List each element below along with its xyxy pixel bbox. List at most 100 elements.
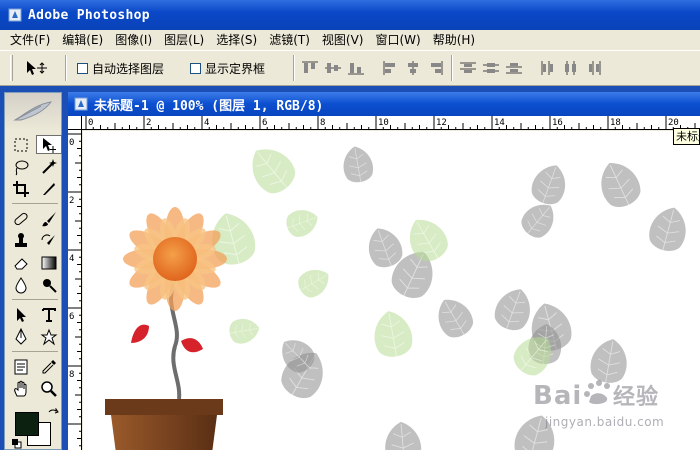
tool-preset-picker[interactable] [23, 59, 59, 77]
marquee-icon [14, 138, 28, 151]
align-bottom-icon[interactable] [347, 60, 365, 76]
menu-file[interactable]: 文件(F) [4, 30, 56, 50]
brush-icon [42, 211, 56, 226]
ruler-label: 8 [320, 118, 325, 128]
move-icon [43, 137, 56, 153]
auto-select-layer-box[interactable] [77, 62, 88, 74]
shape-tool[interactable] [36, 327, 62, 346]
crop-icon [13, 180, 29, 197]
leaf [339, 143, 376, 187]
notes-tool[interactable] [8, 357, 34, 376]
leaf [369, 307, 416, 363]
menu-select[interactable]: 选择(S) [210, 30, 263, 50]
hand-icon [14, 380, 27, 396]
horizontal-ruler[interactable]: 0 2 4 6 8 10 12 14 16 18 20 [82, 116, 700, 130]
type-icon [42, 307, 56, 322]
pen-tool[interactable] [8, 327, 34, 346]
path-selection-icon [17, 307, 26, 322]
slice-tool[interactable] [36, 179, 62, 198]
brush-tool[interactable] [36, 209, 62, 228]
foreground-color-swatch[interactable] [15, 412, 39, 436]
toolbox-separator [12, 203, 58, 204]
default-colors-icon[interactable] [11, 438, 23, 450]
menu-help[interactable]: 帮助(H) [427, 30, 481, 50]
document-title: 未标题-1 @ 100% (图层 1, RGB/8) [94, 98, 324, 114]
align-right-icon[interactable] [427, 60, 445, 76]
clone-stamp-icon [15, 232, 27, 247]
distribute-horizontal-center-icon[interactable] [562, 60, 580, 76]
menu-bar: 文件(F) 编辑(E) 图像(I) 图层(L) 选择(S) 滤镜(T) 视图(V… [0, 30, 700, 50]
leaf [429, 291, 480, 345]
hand-tool[interactable] [8, 379, 34, 398]
pot-rim [105, 399, 223, 415]
leaf [526, 159, 573, 211]
marquee-tool[interactable] [8, 135, 34, 154]
vertical-ruler[interactable]: 0 2 4 6 8 [68, 130, 82, 450]
leaf [514, 196, 563, 245]
ruler-label: 0 [69, 138, 74, 148]
align-left-icon[interactable] [381, 60, 399, 76]
menu-view[interactable]: 视图(V) [316, 30, 370, 50]
ruler-label: 4 [69, 254, 74, 264]
zoom-tool[interactable] [36, 379, 62, 398]
menu-edit[interactable]: 编辑(E) [56, 30, 109, 50]
history-brush-tool[interactable] [36, 231, 62, 250]
ruler-origin[interactable] [68, 116, 82, 130]
eraser-icon [14, 257, 28, 269]
leaf [240, 137, 304, 203]
menu-image[interactable]: 图像(I) [109, 30, 158, 50]
eraser-tool[interactable] [8, 253, 34, 272]
show-bounding-box-checkbox[interactable]: 显示定界框 [190, 60, 265, 77]
image-canvas[interactable] [83, 131, 700, 450]
type-tool[interactable] [36, 305, 62, 324]
align-horizontal-center-icon[interactable] [404, 60, 422, 76]
auto-select-layer-checkbox[interactable]: 自动选择图层 [77, 60, 164, 77]
ruler-label: 20 [668, 118, 679, 128]
options-grip[interactable] [10, 55, 13, 81]
grey-leaves [273, 143, 693, 450]
color-swatches [9, 406, 59, 450]
options-separator [451, 55, 454, 81]
toolbox-header[interactable] [5, 93, 61, 131]
options-separator [65, 55, 67, 81]
ruler-label: 18 [610, 118, 621, 128]
menu-window[interactable]: 窗口(W) [369, 30, 426, 50]
align-top-icon[interactable] [301, 60, 319, 76]
distribute-top-icon[interactable] [459, 60, 477, 76]
notes-icon [14, 359, 28, 374]
ruler-label: 2 [69, 196, 74, 206]
align-buttons [301, 60, 445, 76]
distribute-left-icon[interactable] [539, 60, 557, 76]
gradient-tool[interactable] [36, 253, 62, 272]
ruler-label: 2 [146, 118, 151, 128]
move-tool[interactable] [36, 135, 62, 154]
document-tab-tooltip: 未标题 [673, 128, 700, 145]
crop-tool[interactable] [8, 179, 34, 198]
app-title: Adobe Photoshop [28, 7, 150, 23]
document-window: 未标题-1 @ 100% (图层 1, RGB/8) 0 2 4 6 8 10 12 14 16… [68, 92, 700, 450]
document-titlebar[interactable]: 未标题-1 @ 100% (图层 1, RGB/8) [68, 92, 700, 116]
auto-select-layer-label: 自动选择图层 [92, 61, 165, 76]
distribute-bottom-icon[interactable] [505, 60, 523, 76]
dodge-icon [43, 278, 57, 293]
photoshop-app-icon [8, 8, 22, 22]
align-vertical-center-icon[interactable] [324, 60, 342, 76]
path-selection-tool[interactable] [8, 305, 34, 324]
ruler-label: 8 [69, 370, 74, 380]
flower-leaf-left [131, 324, 149, 343]
distribute-right-icon[interactable] [585, 60, 603, 76]
magic-wand-tool[interactable] [36, 157, 62, 176]
blur-tool[interactable] [8, 275, 34, 294]
blur-icon [15, 276, 27, 293]
lasso-tool[interactable] [8, 157, 34, 176]
show-bounding-box-box[interactable] [190, 62, 202, 74]
menu-filter[interactable]: 滤镜(T) [263, 30, 316, 50]
flower-pot [111, 415, 217, 450]
dodge-tool[interactable] [36, 275, 62, 294]
menu-layer[interactable]: 图层(L) [158, 30, 210, 50]
eyedropper-tool[interactable] [36, 357, 62, 376]
distribute-vertical-center-icon[interactable] [482, 60, 500, 76]
swap-colors-icon[interactable] [47, 408, 59, 420]
healing-brush-tool[interactable] [8, 209, 34, 228]
clone-stamp-tool[interactable] [8, 231, 34, 250]
